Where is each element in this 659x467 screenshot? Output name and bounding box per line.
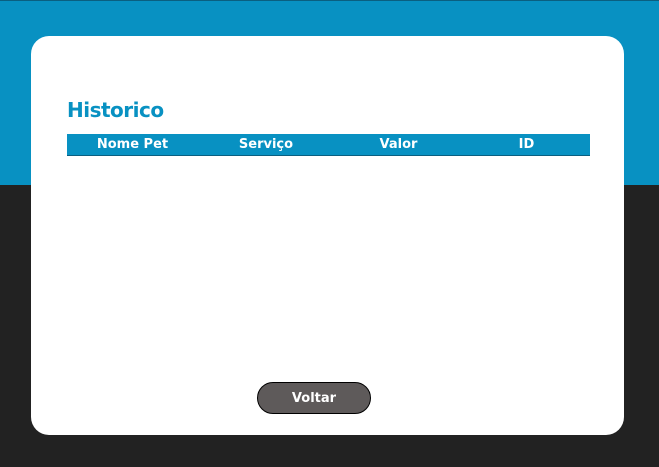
column-header-id: ID xyxy=(463,134,590,156)
table-header-row: Nome Pet Serviço Valor ID xyxy=(67,134,590,156)
column-header-pet-name: Nome Pet xyxy=(67,134,198,156)
table-header: Nome Pet Serviço Valor ID xyxy=(67,134,590,156)
column-header-service: Serviço xyxy=(198,134,334,156)
history-table: Nome Pet Serviço Valor ID xyxy=(67,134,590,156)
back-button[interactable]: Voltar xyxy=(257,382,371,414)
column-header-value: Valor xyxy=(334,134,463,156)
history-card: Historico Nome Pet Serviço Valor ID Volt… xyxy=(31,36,624,435)
page-title: Historico xyxy=(67,98,164,122)
